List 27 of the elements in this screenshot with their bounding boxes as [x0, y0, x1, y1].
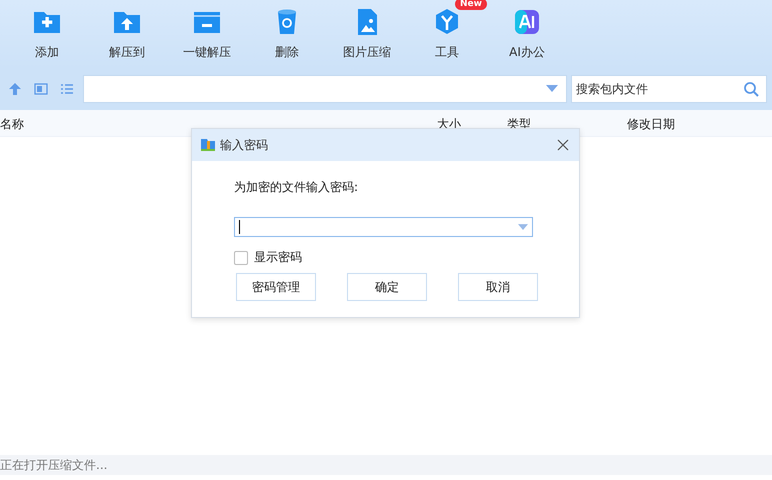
- column-header[interactable]: 修改日期: [627, 116, 675, 133]
- dialog-title: 输入密码: [220, 136, 268, 154]
- dialog-button[interactable]: 密码管理: [236, 273, 316, 301]
- up-arrow-icon[interactable]: [8, 82, 22, 96]
- toolbar-button[interactable]: 添加: [7, 0, 87, 68]
- checkbox[interactable]: [234, 250, 248, 264]
- toolbar-button[interactable]: 删除: [247, 0, 327, 68]
- dialog-button[interactable]: 取消: [458, 273, 538, 301]
- prompt-text: 为加密的文件输入密码:: [234, 179, 360, 196]
- dropdown-arrow-icon[interactable]: [546, 85, 558, 93]
- address-field[interactable]: [83, 75, 567, 103]
- status-text: 正在打开压缩文件...: [0, 456, 108, 474]
- panel-view-icon[interactable]: [34, 82, 48, 96]
- column-header[interactable]: 名称: [0, 116, 24, 133]
- list-view-icon[interactable]: [60, 82, 74, 96]
- dialog-button[interactable]: 确定: [347, 273, 427, 301]
- dropdown-arrow-icon[interactable]: [518, 224, 528, 230]
- archive-icon: [200, 137, 216, 153]
- search-icon[interactable]: [743, 81, 759, 97]
- toolbar-button[interactable]: 一键解压: [167, 0, 247, 68]
- password-field[interactable]: [234, 217, 533, 237]
- toolbar-button[interactable]: AI办公: [487, 0, 567, 68]
- close-icon[interactable]: [557, 139, 569, 151]
- toolbar-button[interactable]: 图片压缩: [327, 0, 407, 68]
- toolbar-button[interactable]: 解压到: [87, 0, 167, 68]
- checkbox-label[interactable]: 显示密码: [254, 249, 302, 266]
- search-field[interactable]: 搜索包内文件: [571, 75, 767, 103]
